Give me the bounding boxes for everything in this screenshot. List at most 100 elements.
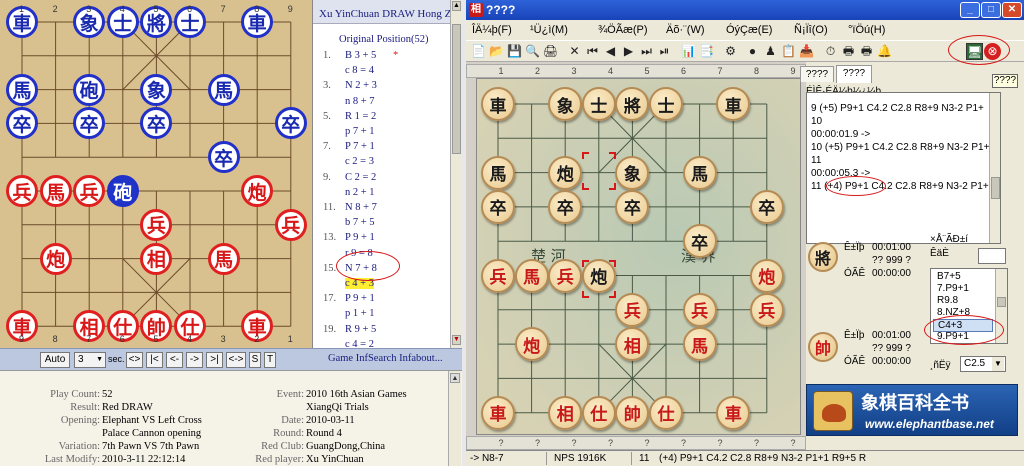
- menu-item[interactable]: ¾ÖÃæ(P): [598, 24, 648, 36]
- first-move-button[interactable]: |<: [146, 352, 163, 368]
- close-icon[interactable]: ✕: [1002, 2, 1022, 18]
- move-row[interactable]: c 4 + 3: [313, 278, 453, 290]
- toggle-button[interactable]: <>: [126, 352, 143, 368]
- prev-icon[interactable]: ◀: [602, 43, 619, 60]
- board-piece[interactable]: 車: [481, 395, 515, 430]
- board-piece[interactable]: 卒: [274, 107, 307, 140]
- move-row[interactable]: c 2 = 3: [313, 156, 453, 168]
- move-row[interactable]: 19. R 9 + 5: [313, 324, 453, 336]
- move-row[interactable]: b 7 + 5: [313, 217, 453, 229]
- print-icon[interactable]: 🖨: [542, 43, 559, 60]
- scroll-thumb[interactable]: [452, 24, 461, 154]
- chart-icon[interactable]: 📊: [680, 43, 697, 60]
- move-row[interactable]: c 4 = 2: [313, 339, 453, 348]
- move-list-scrollbar[interactable]: ▲ ▼: [450, 0, 462, 348]
- board-piece[interactable]: 車: [716, 395, 751, 430]
- left-board[interactable]: 車象士將士車馬砲象馬卒卒卒卒卒兵馬兵砲炮兵兵炮相馬車相仕帥仕車 12345678…: [0, 0, 312, 348]
- board-piece[interactable]: 炮: [241, 175, 274, 207]
- cut-icon[interactable]: ✕: [566, 43, 583, 60]
- book-icon[interactable]: 📑: [698, 43, 715, 60]
- board-piece[interactable]: 馬: [207, 73, 240, 106]
- next-move-button[interactable]: ->: [186, 352, 203, 368]
- clock-icon[interactable]: ⏱: [822, 43, 839, 60]
- menu-item[interactable]: ÓýÇæ(E): [726, 24, 772, 36]
- board-piece[interactable]: 兵: [274, 208, 307, 241]
- board-piece[interactable]: 炮: [581, 258, 616, 293]
- board-piece[interactable]: 砲: [106, 175, 139, 207]
- move-row[interactable]: 1. B 3 + 5 *: [313, 50, 453, 62]
- board-piece[interactable]: 馬: [682, 155, 717, 190]
- board-piece[interactable]: 仕: [581, 395, 616, 430]
- engine-icon[interactable]: ♟: [762, 43, 779, 60]
- board-piece[interactable]: 兵: [6, 175, 38, 207]
- board-piece[interactable]: 兵: [481, 258, 515, 293]
- move-row[interactable]: p 1 + 1: [313, 308, 453, 320]
- board-piece[interactable]: 卒: [749, 189, 784, 224]
- board-piece[interactable]: 卒: [481, 189, 515, 224]
- board-piece[interactable]: 炮: [39, 242, 72, 275]
- save-icon[interactable]: 💾: [506, 43, 523, 60]
- preview-icon[interactable]: 🔍: [524, 43, 541, 60]
- menu-item[interactable]: ÎÄ¼þ(F): [472, 24, 512, 36]
- menu-item[interactable]: ¹Ü¿ì(M): [530, 24, 568, 36]
- move-row[interactable]: 9. C 2 = 2: [313, 172, 453, 184]
- board-piece[interactable]: 馬: [682, 327, 717, 362]
- board-piece[interactable]: 帥: [615, 395, 650, 430]
- engine-select[interactable]: C2.5 ▼: [960, 356, 1006, 372]
- move-row[interactable]: 7. P 7 + 1: [313, 141, 453, 153]
- move-row[interactable]: n 2 + 1: [313, 187, 453, 199]
- scroll-up-icon[interactable]: ▲: [452, 1, 461, 11]
- last-icon[interactable]: ⏭: [638, 43, 655, 60]
- scroll-up-icon[interactable]: ▲: [450, 373, 460, 383]
- board-piece[interactable]: 象: [140, 73, 173, 106]
- original-position[interactable]: Original Position(52): [339, 34, 459, 46]
- print-icon[interactable]: 🖶: [858, 43, 875, 60]
- prev-move-button[interactable]: <-: [166, 352, 183, 368]
- board-piece[interactable]: 馬: [207, 242, 240, 275]
- s-button[interactable]: S: [249, 352, 261, 368]
- board-piece[interactable]: 士: [581, 87, 616, 121]
- board-piece[interactable]: 馬: [6, 73, 38, 106]
- move-input[interactable]: [978, 248, 1006, 264]
- board-piece[interactable]: 炮: [548, 155, 583, 190]
- maximize-icon[interactable]: □: [981, 2, 1001, 18]
- move-row[interactable]: 3. N 2 + 3: [313, 80, 453, 92]
- board-piece[interactable]: 車: [716, 87, 751, 121]
- board-piece[interactable]: 卒: [207, 141, 240, 174]
- bell-icon[interactable]: 🔔: [876, 43, 893, 60]
- first-icon[interactable]: ⏮: [584, 43, 601, 60]
- board-piece[interactable]: 炮: [514, 327, 549, 362]
- board-piece[interactable]: 炮: [749, 258, 784, 293]
- move-row[interactable]: c 8 = 4: [313, 65, 453, 77]
- copy-icon[interactable]: 📋: [780, 43, 797, 60]
- new-icon[interactable]: 📄: [470, 43, 487, 60]
- play-icon[interactable]: ⏯: [656, 43, 673, 60]
- scroll-thumb[interactable]: [991, 177, 1000, 199]
- menu-item[interactable]: Ñ¡Ïî(O): [794, 24, 828, 36]
- main-board[interactable]: 楚 河 漢 界 車象士將士車馬炮象馬卒卒卒卒卒兵馬兵炮炮兵兵兵炮相馬車相仕帥仕車: [476, 78, 801, 435]
- last-move-button[interactable]: >|: [206, 352, 223, 368]
- move-row[interactable]: p 7 + 1: [313, 126, 453, 138]
- board-piece[interactable]: 兵: [615, 292, 650, 327]
- print-icon[interactable]: 🖶: [840, 43, 857, 60]
- speed-select[interactable]: 3 ▼: [74, 352, 106, 368]
- info-tabs[interactable]: Game InfSearch Infabout...: [312, 348, 462, 370]
- record-icon[interactable]: ●: [744, 43, 761, 60]
- move-row[interactable]: 5. R 1 = 2: [313, 111, 453, 123]
- board-piece[interactable]: 車: [481, 87, 515, 121]
- tab-engine[interactable]: ????: [836, 65, 872, 83]
- info-scrollbar[interactable]: ▲: [448, 371, 461, 466]
- log-scrollbar[interactable]: [989, 93, 1000, 243]
- move-row[interactable]: 13. P 9 + 1: [313, 232, 453, 244]
- move-list-item[interactable]: B7+5: [937, 271, 961, 282]
- board-piece[interactable]: 兵: [548, 258, 583, 293]
- flip-button[interactable]: <->: [226, 352, 246, 368]
- board-piece[interactable]: 卒: [548, 189, 583, 224]
- move-row[interactable]: 11. N 8 + 7: [313, 202, 453, 214]
- board-piece[interactable]: 仕: [649, 395, 683, 430]
- board-piece[interactable]: 象: [548, 87, 583, 121]
- open-icon[interactable]: 📂: [488, 43, 505, 60]
- scroll-thumb[interactable]: [997, 297, 1006, 307]
- move-row[interactable]: 17. P 9 + 1: [313, 293, 453, 305]
- tab-analysis[interactable]: ????: [800, 66, 834, 82]
